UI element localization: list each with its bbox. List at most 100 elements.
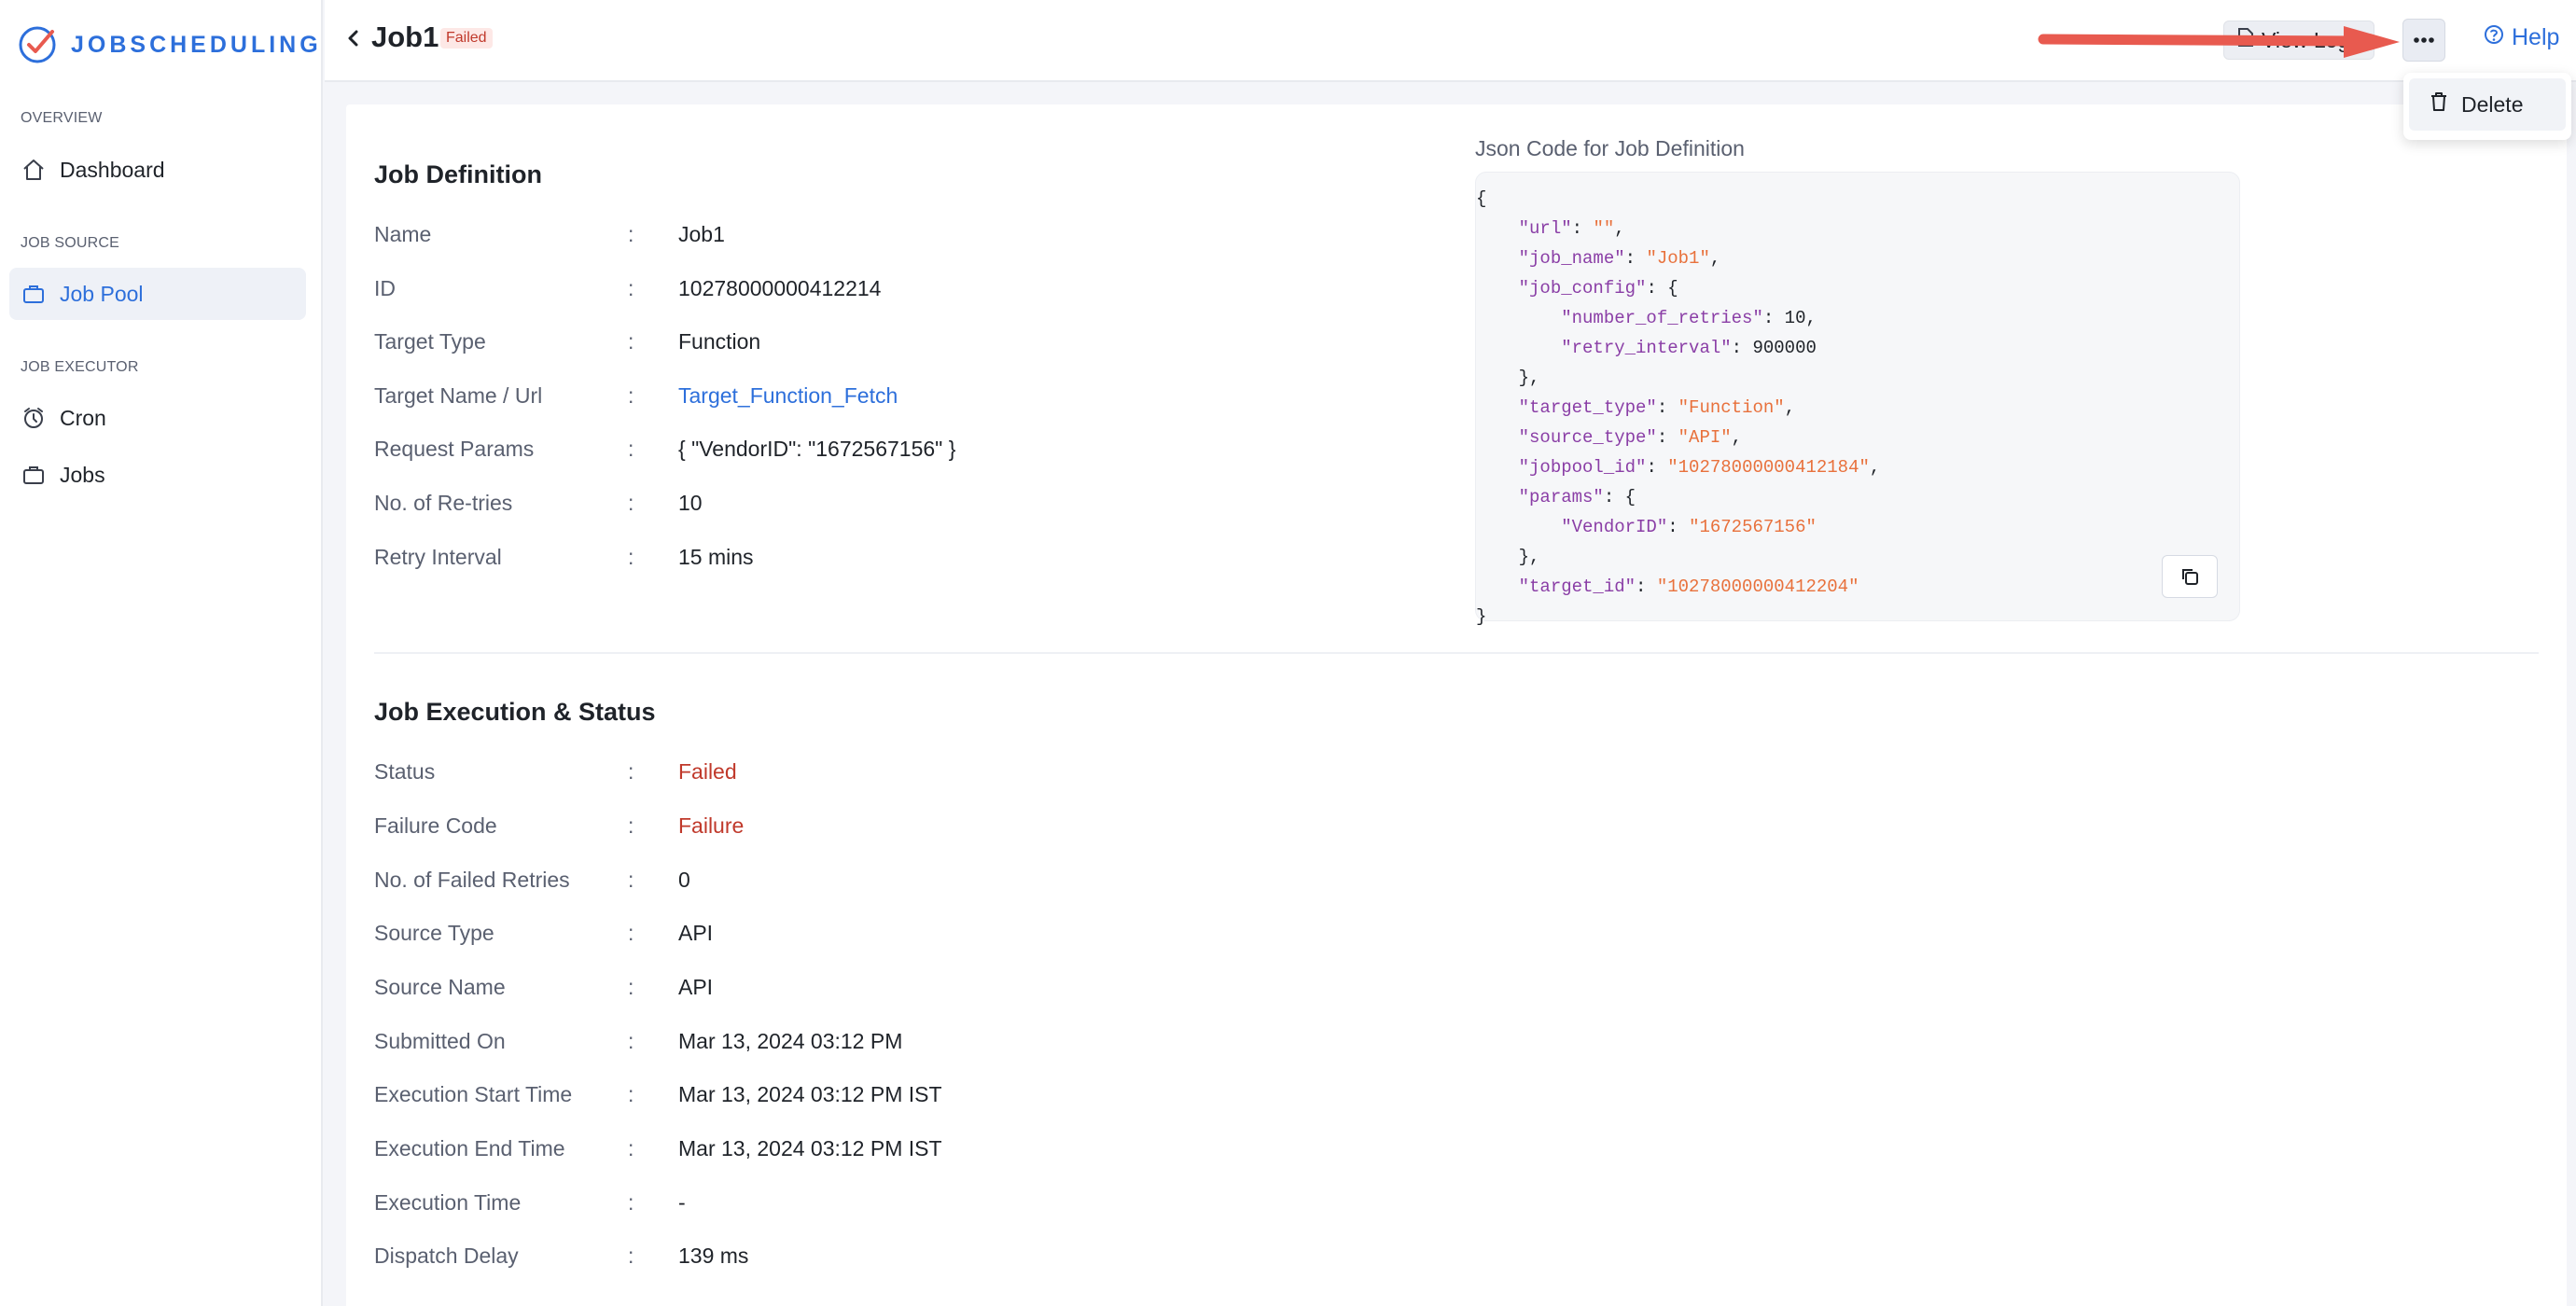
- field-label: Execution End Time: [374, 1135, 565, 1160]
- alarm-clock-icon: [21, 405, 47, 431]
- execution-row-submitted-on: Submitted On : Mar 13, 2024 03:12 PM: [374, 1022, 902, 1060]
- json-line: "number_of_retries": 10,: [1561, 308, 1817, 328]
- field-colon: :: [628, 1243, 634, 1268]
- field-colon: :: [628, 1135, 634, 1160]
- home-icon: [21, 157, 47, 183]
- field-label: No. of Failed Retries: [374, 867, 570, 892]
- field-colon: :: [628, 328, 634, 354]
- field-label: Source Type: [374, 920, 494, 945]
- definition-row-id: ID : 10278000000412214: [374, 270, 881, 307]
- more-options-menu: Delete: [2403, 73, 2571, 140]
- nav-section-job-executor: JOB EXECUTOR: [21, 359, 139, 375]
- field-colon: :: [628, 1081, 634, 1106]
- field-colon: :: [628, 758, 634, 784]
- execution-row-dispatch-delay: Dispatch Delay : 139 ms: [374, 1237, 748, 1274]
- definition-row-name: Name : Job1: [374, 215, 725, 253]
- json-line: },: [1476, 368, 1540, 388]
- field-colon: :: [628, 1189, 634, 1215]
- field-colon: :: [628, 1028, 634, 1053]
- json-line: },: [1476, 547, 1540, 567]
- field-label: Submitted On: [374, 1028, 506, 1053]
- field-label: Request Params: [374, 436, 535, 461]
- field-colon: :: [628, 436, 634, 461]
- execution-row-status: Status : Failed: [374, 753, 737, 790]
- field-value: Job1: [678, 221, 725, 246]
- brand-name: JOBSCHEDULING: [71, 31, 322, 58]
- field-value: Mar 13, 2024 03:12 PM: [678, 1028, 903, 1053]
- definition-row-retry-interval: Retry Interval : 15 mins: [374, 538, 754, 576]
- field-label: Retry Interval: [374, 544, 502, 569]
- field-value: API: [678, 974, 714, 999]
- briefcase-icon: [21, 462, 47, 488]
- sidebar-item-label: Dashboard: [60, 157, 165, 182]
- job-execution-title: Job Execution & Status: [374, 698, 656, 726]
- job-detail-card: Job Definition Name : Job1 ID : 10278000…: [346, 104, 2567, 1306]
- sidebar-item-jobs[interactable]: Jobs: [9, 449, 306, 501]
- field-colon: :: [628, 920, 634, 945]
- status-value: Failed: [678, 758, 737, 784]
- app-root: JOBSCHEDULING OVERVIEW Dashboard JOB SOU…: [0, 0, 2576, 1306]
- field-colon: :: [628, 813, 634, 838]
- section-divider: [374, 652, 2539, 654]
- field-colon: :: [628, 867, 634, 892]
- sidebar-item-dashboard[interactable]: Dashboard: [9, 144, 306, 196]
- execution-row-start-time: Execution Start Time : Mar 13, 2024 03:1…: [374, 1076, 942, 1113]
- trash-icon: [2430, 91, 2448, 118]
- json-line: "target_type": "Function",: [1518, 397, 1796, 418]
- help-label: Help: [2512, 24, 2560, 50]
- json-code: { "url": "", "job_name": "Job1", "job_co…: [1476, 173, 1880, 632]
- field-label: No. of Re-tries: [374, 490, 513, 515]
- definition-row-request-params: Request Params : { "VendorID": "16725671…: [374, 430, 955, 467]
- back-button[interactable]: [340, 24, 368, 52]
- target-name-link[interactable]: Target_Function_Fetch: [678, 383, 898, 409]
- field-label: Target Type: [374, 328, 486, 354]
- definition-row-target-type: Target Type : Function: [374, 323, 760, 360]
- brand[interactable]: JOBSCHEDULING: [17, 24, 322, 65]
- sidebar-item-cron[interactable]: Cron: [9, 392, 306, 444]
- json-code-block: { "url": "", "job_name": "Job1", "job_co…: [1475, 172, 2240, 627]
- sidebar-item-label: Job Pool: [60, 281, 144, 306]
- json-line: {: [1476, 188, 1487, 209]
- more-options-button[interactable]: [2402, 19, 2445, 62]
- field-colon: :: [628, 974, 634, 999]
- execution-row-source-type: Source Type : API: [374, 914, 713, 952]
- help-circle-icon: [2484, 24, 2504, 51]
- execution-row-end-time: Execution End Time : Mar 13, 2024 03:12 …: [374, 1130, 942, 1167]
- definition-row-target-name: Target Name / Url : Target_Function_Fetc…: [374, 377, 898, 414]
- sidebar-item-job-pool[interactable]: Job Pool: [9, 268, 306, 320]
- field-value: -: [678, 1189, 686, 1215]
- json-line: "target_id": "10278000000412204": [1518, 577, 1859, 597]
- field-colon: :: [628, 490, 634, 515]
- execution-row-execution-time: Execution Time : -: [374, 1184, 686, 1221]
- json-line: "source_type": "API",: [1518, 427, 1743, 448]
- field-colon: :: [628, 544, 634, 569]
- page-title: Job1: [371, 21, 439, 53]
- json-line: "VendorID": "1672567156": [1561, 517, 1817, 537]
- field-colon: :: [628, 221, 634, 246]
- field-value: 10278000000412214: [678, 275, 882, 300]
- copy-json-button[interactable]: [2162, 555, 2218, 598]
- nav-section-overview: OVERVIEW: [21, 110, 103, 126]
- field-label: Source Name: [374, 974, 506, 999]
- json-panel-label: Json Code for Job Definition: [1475, 136, 1745, 160]
- help-link[interactable]: Help: [2484, 24, 2559, 51]
- delete-menu-item[interactable]: Delete: [2409, 78, 2566, 131]
- job-definition-title: Job Definition: [374, 160, 542, 188]
- annotation-arrow: [2038, 26, 2400, 58]
- status-badge: Failed: [440, 28, 493, 49]
- field-label: Execution Start Time: [374, 1081, 573, 1106]
- json-line: }: [1476, 606, 1487, 627]
- field-label: ID: [374, 275, 396, 300]
- json-line: "params": {: [1518, 487, 1636, 507]
- execution-row-source-name: Source Name : API: [374, 968, 713, 1006]
- delete-label: Delete: [2461, 91, 2524, 117]
- logo-icon: [19, 26, 56, 63]
- field-value: 0: [678, 867, 690, 892]
- nav-section-job-source: JOB SOURCE: [21, 235, 120, 251]
- field-value: { "VendorID": "1672567156" }: [678, 436, 956, 461]
- json-line: "job_name": "Job1",: [1518, 248, 1721, 269]
- field-colon: :: [628, 275, 634, 300]
- sidebar-item-label: Cron: [60, 405, 106, 430]
- json-line: "jobpool_id": "10278000000412184",: [1518, 457, 1881, 478]
- field-label: Failure Code: [374, 813, 497, 838]
